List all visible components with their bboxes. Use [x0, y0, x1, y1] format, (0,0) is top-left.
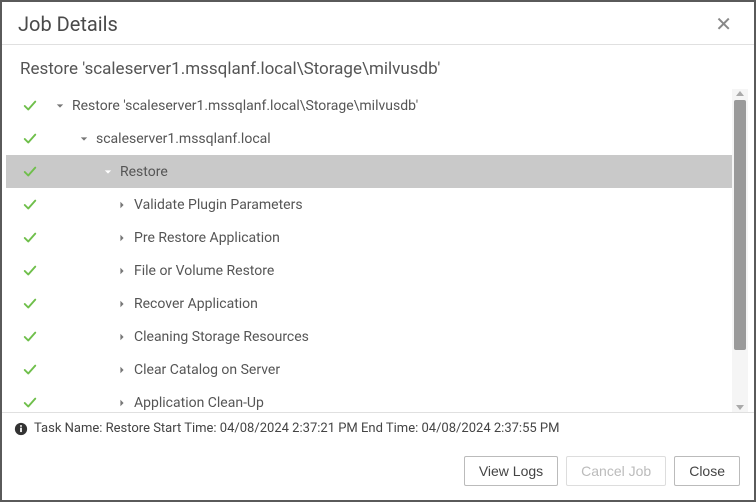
chevron-down-icon[interactable] — [54, 102, 66, 110]
scroll-down-icon[interactable] — [736, 405, 744, 410]
dialog-title: Job Details — [18, 12, 118, 36]
check-icon — [6, 165, 54, 179]
tree-row-content: Restore — [54, 164, 168, 180]
check-icon — [6, 231, 54, 245]
dialog-footer: View Logs Cancel Job Close — [2, 444, 754, 500]
tree-row-content: scaleserver1.mssqlanf.local — [54, 131, 271, 147]
check-icon — [6, 330, 54, 344]
status-text: Task Name: Restore Start Time: 04/08/202… — [34, 421, 559, 436]
info-icon — [14, 422, 28, 436]
tree-row-label: Pre Restore Application — [134, 230, 280, 246]
chevron-right-icon[interactable] — [116, 399, 128, 407]
tree-row-label: Application Clean-Up — [134, 395, 264, 411]
tree-row-label: Clear Catalog on Server — [134, 362, 280, 378]
check-icon — [6, 198, 54, 212]
dialog-header: Job Details ✕ — [2, 2, 754, 45]
scroll-up-icon[interactable] — [736, 91, 744, 96]
job-subtitle: Restore 'scaleserver1.mssqlanf.local\Sto… — [2, 45, 754, 89]
tree-container: Restore 'scaleserver1.mssqlanf.local\Sto… — [2, 89, 754, 412]
status-bar: Task Name: Restore Start Time: 04/08/202… — [2, 412, 754, 444]
check-icon — [6, 132, 54, 146]
scroll-thumb[interactable] — [734, 100, 746, 350]
check-icon — [6, 264, 54, 278]
tree-row-content: Validate Plugin Parameters — [54, 197, 303, 213]
job-tree[interactable]: Restore 'scaleserver1.mssqlanf.local\Sto… — [2, 89, 732, 412]
tree-row-content: Cleaning Storage Resources — [54, 329, 309, 345]
tree-row-label: Cleaning Storage Resources — [134, 329, 309, 345]
tree-row-content: File or Volume Restore — [54, 263, 274, 279]
chevron-right-icon[interactable] — [116, 234, 128, 242]
tree-row[interactable]: Restore 'scaleserver1.mssqlanf.local\Sto… — [6, 89, 732, 122]
tree-row[interactable]: File or Volume Restore — [6, 254, 732, 287]
chevron-right-icon[interactable] — [116, 300, 128, 308]
chevron-right-icon[interactable] — [116, 267, 128, 275]
tree-row[interactable]: Validate Plugin Parameters — [6, 188, 732, 221]
close-button[interactable]: Close — [674, 456, 740, 486]
tree-row-label: Recover Application — [134, 296, 258, 312]
chevron-right-icon[interactable] — [116, 333, 128, 341]
tree-row-label: Restore — [120, 164, 168, 180]
tree-row-content: Restore 'scaleserver1.mssqlanf.local\Sto… — [54, 98, 418, 114]
check-icon — [6, 396, 54, 410]
tree-row[interactable]: Recover Application — [6, 287, 732, 320]
tree-row[interactable]: Cleaning Storage Resources — [6, 320, 732, 353]
chevron-right-icon[interactable] — [116, 366, 128, 374]
view-logs-button[interactable]: View Logs — [464, 456, 558, 486]
check-icon — [6, 297, 54, 311]
close-icon[interactable]: ✕ — [709, 12, 738, 36]
check-icon — [6, 363, 54, 377]
tree-row-content: Pre Restore Application — [54, 230, 280, 246]
tree-row[interactable]: Pre Restore Application — [6, 221, 732, 254]
job-details-dialog: Job Details ✕ Restore 'scaleserver1.mssq… — [2, 2, 754, 500]
check-icon — [6, 99, 54, 113]
chevron-down-icon[interactable] — [78, 135, 90, 143]
tree-row[interactable]: Restore — [6, 155, 732, 188]
cancel-job-button: Cancel Job — [566, 456, 666, 486]
tree-row-content: Recover Application — [54, 296, 258, 312]
tree-row[interactable]: Clear Catalog on Server — [6, 353, 732, 386]
tree-row-content: Application Clean-Up — [54, 395, 264, 411]
chevron-right-icon[interactable] — [116, 201, 128, 209]
tree-row-label: Validate Plugin Parameters — [134, 197, 303, 213]
tree-row[interactable]: scaleserver1.mssqlanf.local — [6, 122, 732, 155]
scrollbar[interactable] — [732, 89, 748, 412]
tree-row-label: scaleserver1.mssqlanf.local — [96, 131, 271, 147]
chevron-down-icon[interactable] — [102, 168, 114, 176]
tree-row-label: Restore 'scaleserver1.mssqlanf.local\Sto… — [72, 98, 418, 114]
tree-row[interactable]: Application Clean-Up — [6, 386, 732, 412]
tree-row-label: File or Volume Restore — [134, 263, 274, 279]
tree-row-content: Clear Catalog on Server — [54, 362, 280, 378]
